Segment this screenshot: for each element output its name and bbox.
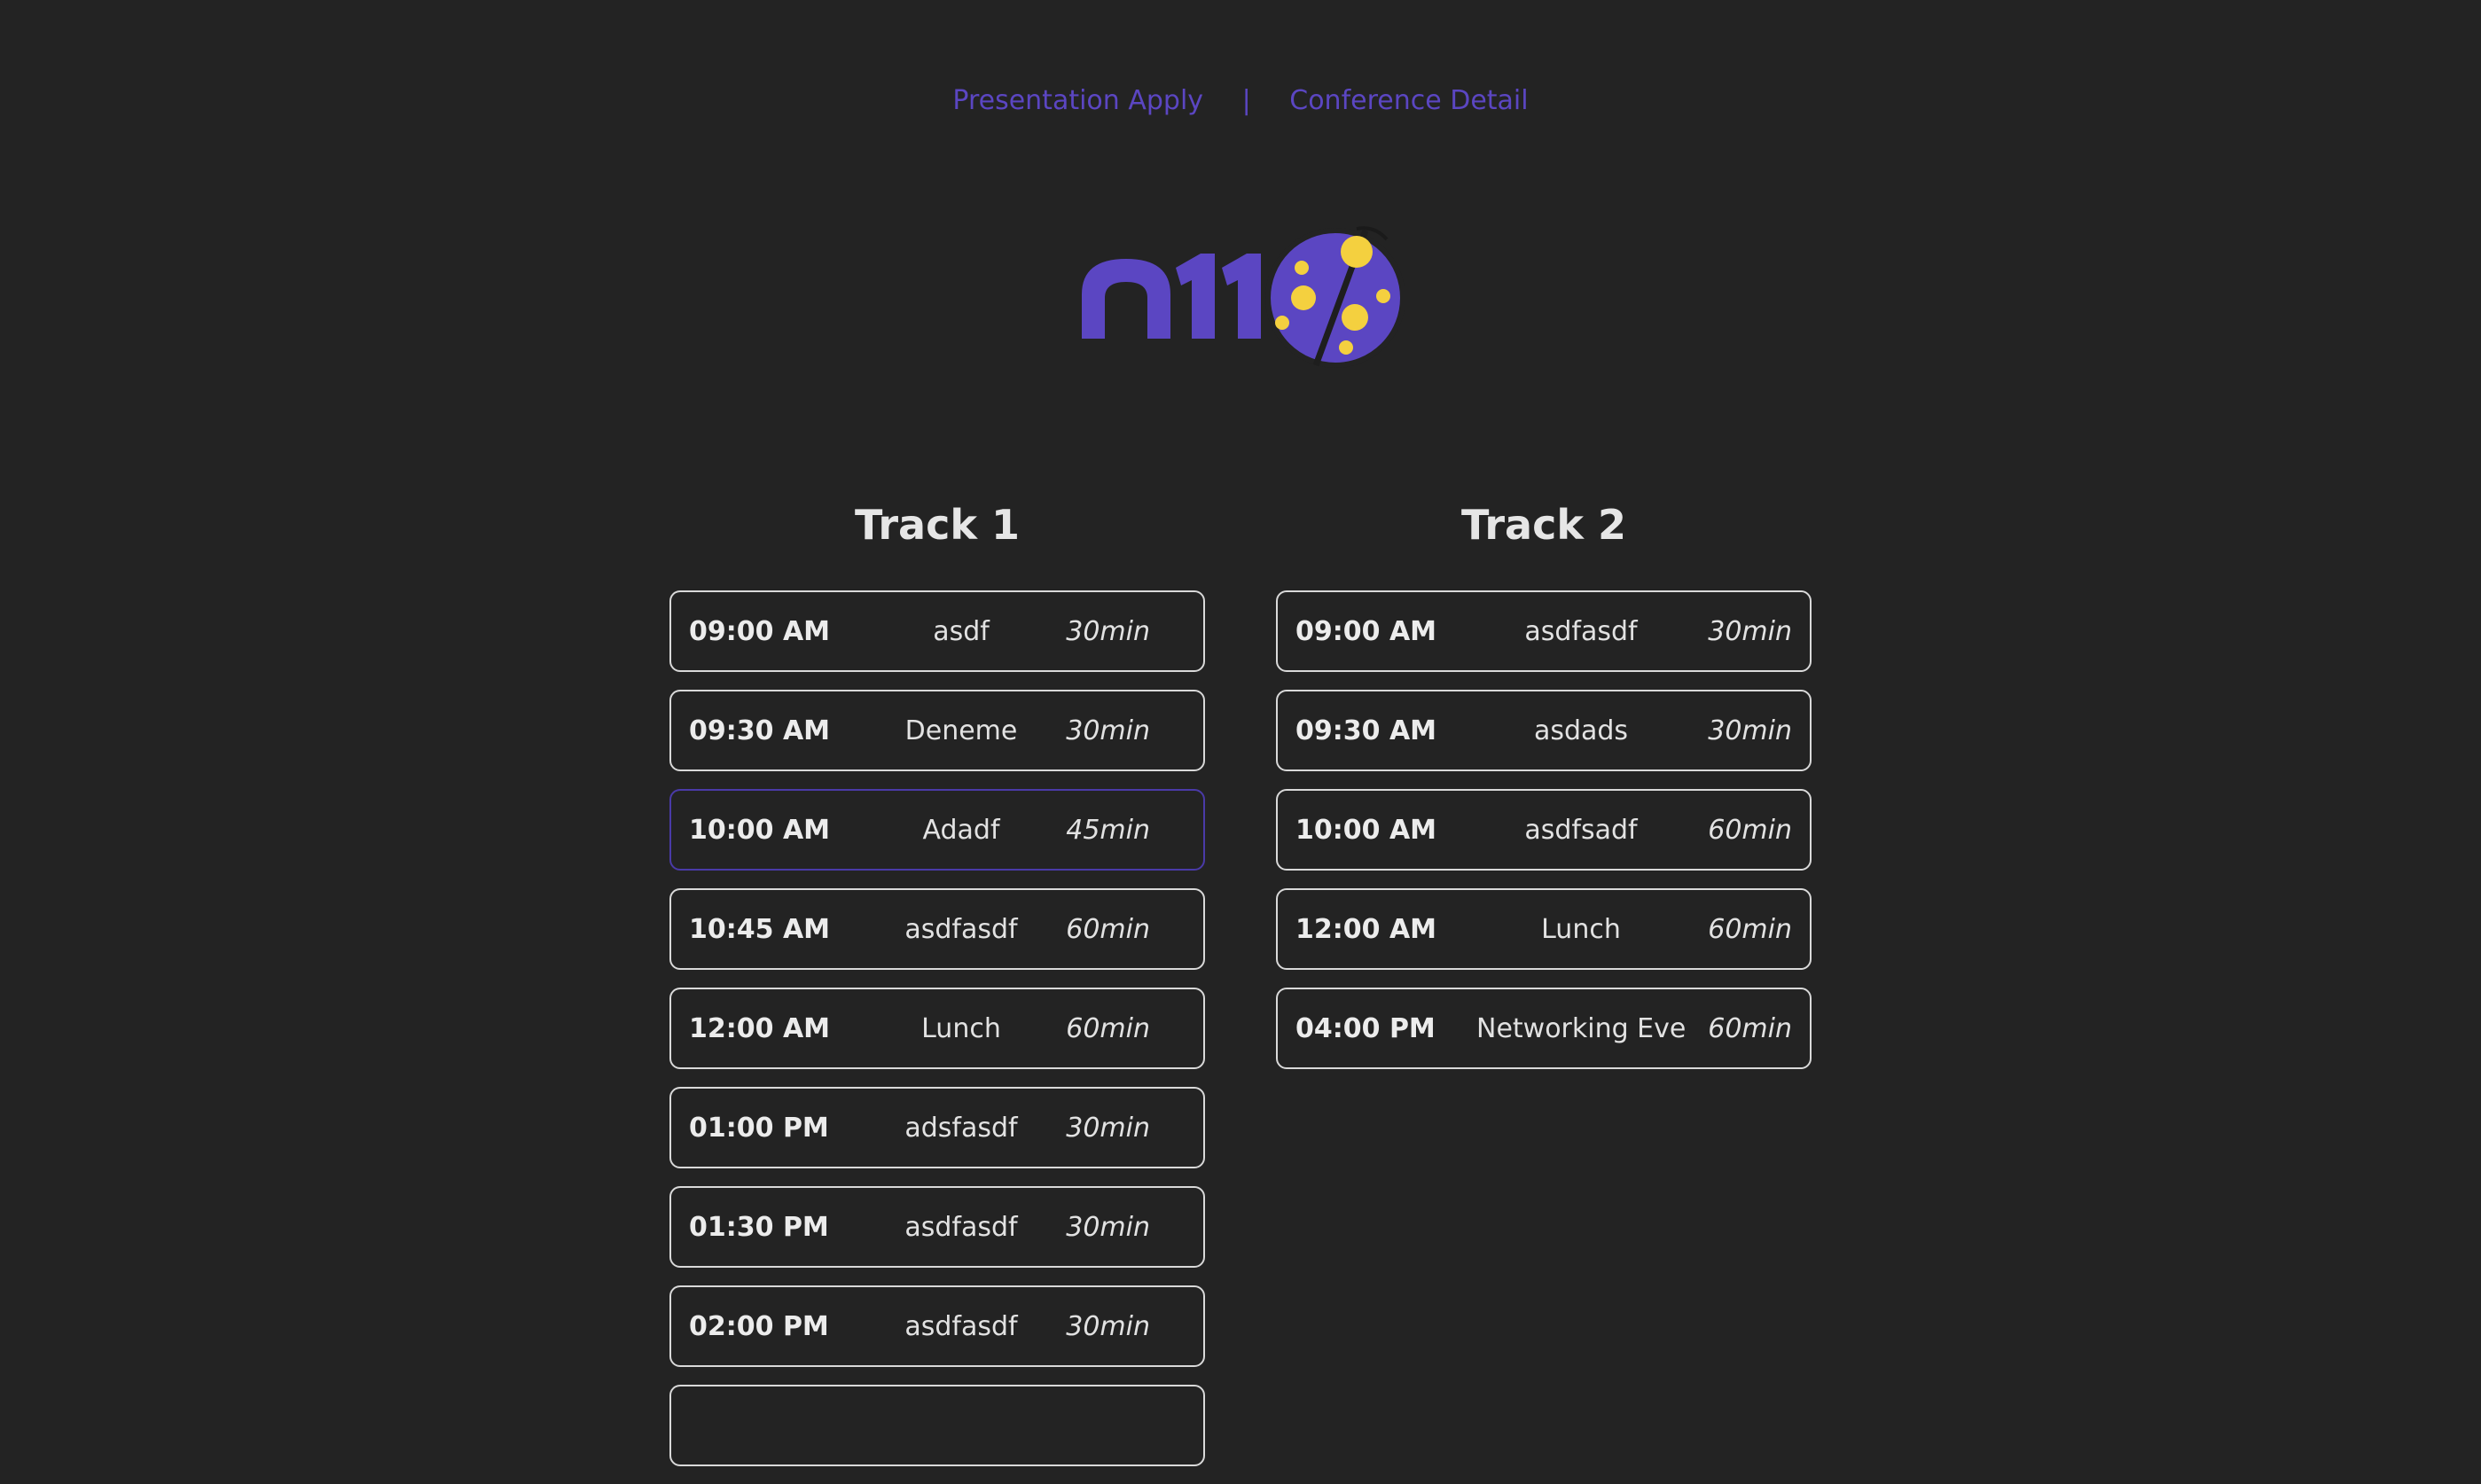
session-title: Networking Event	[1476, 1012, 1686, 1044]
session-time: 10:00 AM	[1295, 814, 1437, 846]
session-title: Deneme	[904, 715, 1018, 746]
session-time: 09:00 AM	[689, 615, 831, 647]
session-title: asdfasdf	[904, 1211, 1018, 1243]
track-2-title: Track 2	[1461, 501, 1626, 549]
session-card[interactable]: 12:00 AM Lunch 60min	[1276, 888, 1812, 970]
session-duration: 30min	[1066, 715, 1150, 746]
n11-logo[interactable]	[1076, 213, 1405, 372]
session-duration: 30min	[1066, 1310, 1150, 1342]
track-1-column: Track 1 09:00 AM asdf 30min 09:30 AM Den…	[669, 496, 1205, 1484]
session-title: Lunch	[921, 1012, 1001, 1044]
track-2-column: Track 2 09:00 AM asdfasdf 30min 09:30 AM…	[1276, 496, 1812, 1087]
session-card[interactable]: 10:00 AM asdfsadf 60min	[1276, 789, 1812, 871]
session-time: 01:30 PM	[689, 1211, 829, 1243]
session-card[interactable]: 09:30 AM Deneme 30min	[669, 690, 1205, 771]
session-title: asdfasdf	[1524, 615, 1638, 647]
session-time: 01:00 PM	[689, 1112, 829, 1144]
conference-detail-link[interactable]: Conference Detail	[1289, 85, 1528, 116]
session-card[interactable]: 09:00 AM asdfasdf 30min	[1276, 590, 1812, 672]
session-card[interactable]: 01:00 PM adsfasdf 30min	[669, 1087, 1205, 1168]
nav-separator: |	[1241, 85, 1251, 116]
session-duration: 30min	[1708, 715, 1792, 746]
session-time: 12:00 AM	[1295, 913, 1437, 945]
session-duration: 45min	[1066, 814, 1150, 846]
session-title: Adadf	[922, 814, 1000, 846]
session-card[interactable]: 02:00 PM asdfasdf 30min	[669, 1285, 1205, 1367]
session-card[interactable]: 09:30 AM asdads 30min	[1276, 690, 1812, 771]
session-time: 02:00 PM	[689, 1310, 829, 1342]
session-card-hovered[interactable]: 10:00 AM Adadf 45min	[669, 789, 1205, 871]
session-duration: 60min	[1708, 913, 1792, 945]
session-title: adsfasdf	[904, 1112, 1018, 1144]
session-time: 09:30 AM	[1295, 715, 1437, 746]
session-duration: 30min	[1708, 615, 1792, 647]
session-duration: 60min	[1066, 913, 1150, 945]
session-time: 09:30 AM	[689, 715, 831, 746]
session-duration: 60min	[1708, 814, 1792, 846]
session-card[interactable]: 04:00 PM Networking Event 60min	[1276, 988, 1812, 1069]
session-duration: 30min	[1066, 1112, 1150, 1144]
session-duration: 60min	[1708, 1012, 1792, 1044]
logo-letter-n	[1082, 259, 1170, 339]
ladybug-percent-icon	[1265, 226, 1405, 368]
logo-digit-one-a	[1176, 254, 1215, 339]
session-time: 12:00 AM	[689, 1012, 831, 1044]
presentation-apply-link[interactable]: Presentation Apply	[952, 85, 1203, 116]
session-title: asdads	[1533, 715, 1629, 746]
session-title: asdfsadf	[1524, 814, 1638, 846]
session-time: 09:00 AM	[1295, 615, 1437, 647]
session-duration: 60min	[1066, 1012, 1150, 1044]
session-card[interactable]: 10:45 AM asdfasdf 60min	[669, 888, 1205, 970]
session-title: asdfasdf	[904, 1310, 1018, 1342]
session-title: Lunch	[1541, 913, 1621, 945]
track-1-title: Track 1	[855, 501, 1020, 549]
session-time: 10:00 AM	[689, 814, 831, 846]
session-duration: 30min	[1066, 615, 1150, 647]
session-card[interactable]: 12:00 AM Lunch 60min	[669, 988, 1205, 1069]
session-title: asdf	[933, 615, 990, 647]
session-card-partial[interactable]	[669, 1385, 1205, 1466]
session-time: 04:00 PM	[1295, 1012, 1436, 1044]
logo-digit-one-b	[1222, 254, 1261, 339]
session-time: 10:45 AM	[689, 913, 831, 945]
session-card[interactable]: 09:00 AM asdf 30min	[669, 590, 1205, 672]
top-nav: Presentation Apply | Conference Detail	[0, 85, 2481, 116]
session-card[interactable]: 01:30 PM asdfasdf 30min	[669, 1186, 1205, 1268]
session-title: asdfasdf	[904, 913, 1018, 945]
session-duration: 30min	[1066, 1211, 1150, 1243]
